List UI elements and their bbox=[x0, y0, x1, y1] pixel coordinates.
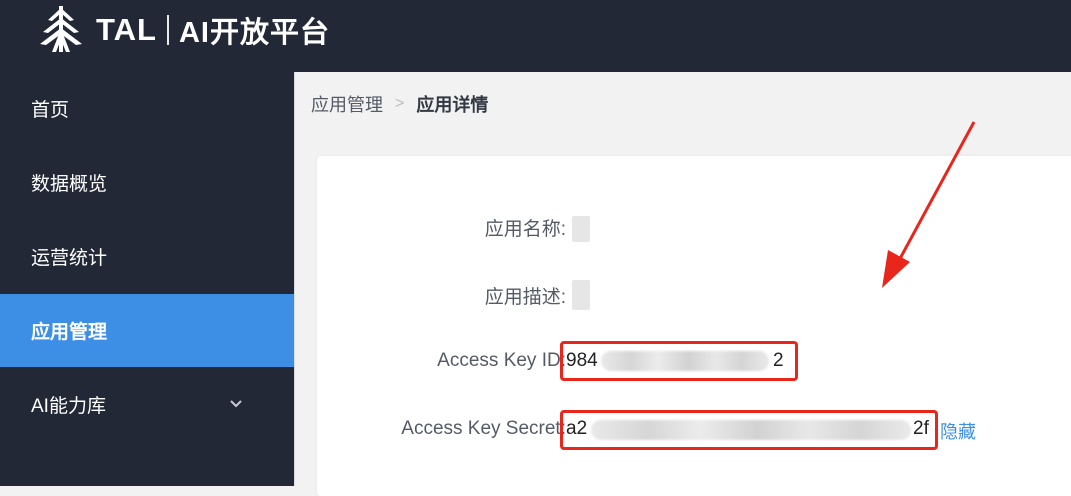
app-name-value-redacted bbox=[572, 216, 590, 242]
sidebar-item-label: 应用管理 bbox=[31, 322, 108, 343]
brand-name: TAL bbox=[96, 12, 157, 47]
annotation-arrow-icon bbox=[882, 121, 976, 288]
top-bar: TAL AI开放平台 bbox=[0, 0, 1071, 72]
product-name: AI开放平台 bbox=[178, 17, 330, 49]
app-name-label: 应用名称: bbox=[484, 219, 566, 240]
brand-divider bbox=[166, 15, 169, 45]
sidebar-item-app-management[interactable]: 应用管理 bbox=[0, 294, 294, 367]
breadcrumb-current: 应用详情 bbox=[416, 95, 489, 115]
access-key-id-label: Access Key ID: bbox=[437, 350, 566, 371]
access-key-secret-redacted bbox=[591, 420, 911, 440]
hide-secret-link[interactable]: 隐藏 bbox=[940, 418, 976, 444]
access-key-secret-prefix: a2 bbox=[566, 418, 588, 439]
sidebar-item-label: 运营统计 bbox=[31, 248, 108, 269]
access-key-secret-label: Access Key Secret: bbox=[401, 418, 566, 439]
access-key-id-suffix: 2 bbox=[773, 350, 784, 371]
tree-logo-icon bbox=[40, 6, 82, 52]
sidebar-item-home[interactable]: 首页 bbox=[0, 72, 294, 145]
brand-title: TAL AI开放平台 bbox=[96, 8, 330, 52]
sidebar: 首页 数据概览 运营统计 应用管理 AI能力库 bbox=[0, 72, 294, 486]
sidebar-item-label: 数据概览 bbox=[31, 174, 108, 195]
sidebar-item-operations[interactable]: 运营统计 bbox=[0, 220, 294, 293]
access-key-secret-suffix: 2f bbox=[913, 418, 929, 439]
breadcrumb-parent[interactable]: 应用管理 bbox=[311, 91, 383, 117]
sidebar-item-data-overview[interactable]: 数据概览 bbox=[0, 146, 294, 219]
chevron-down-icon bbox=[230, 400, 242, 408]
breadcrumb-separator: > bbox=[395, 95, 405, 112]
app-desc-value-redacted bbox=[572, 280, 590, 310]
app-desc-label: 应用描述: bbox=[484, 287, 566, 308]
access-key-id-prefix: 984 bbox=[566, 350, 598, 371]
sidebar-item-ai-library[interactable]: AI能力库 bbox=[0, 368, 294, 441]
sidebar-item-label: AI能力库 bbox=[31, 396, 106, 417]
breadcrumb: 应用管理 > 应用详情 bbox=[311, 92, 488, 116]
sidebar-item-label: 首页 bbox=[31, 100, 70, 121]
access-key-id-redacted bbox=[601, 351, 769, 371]
